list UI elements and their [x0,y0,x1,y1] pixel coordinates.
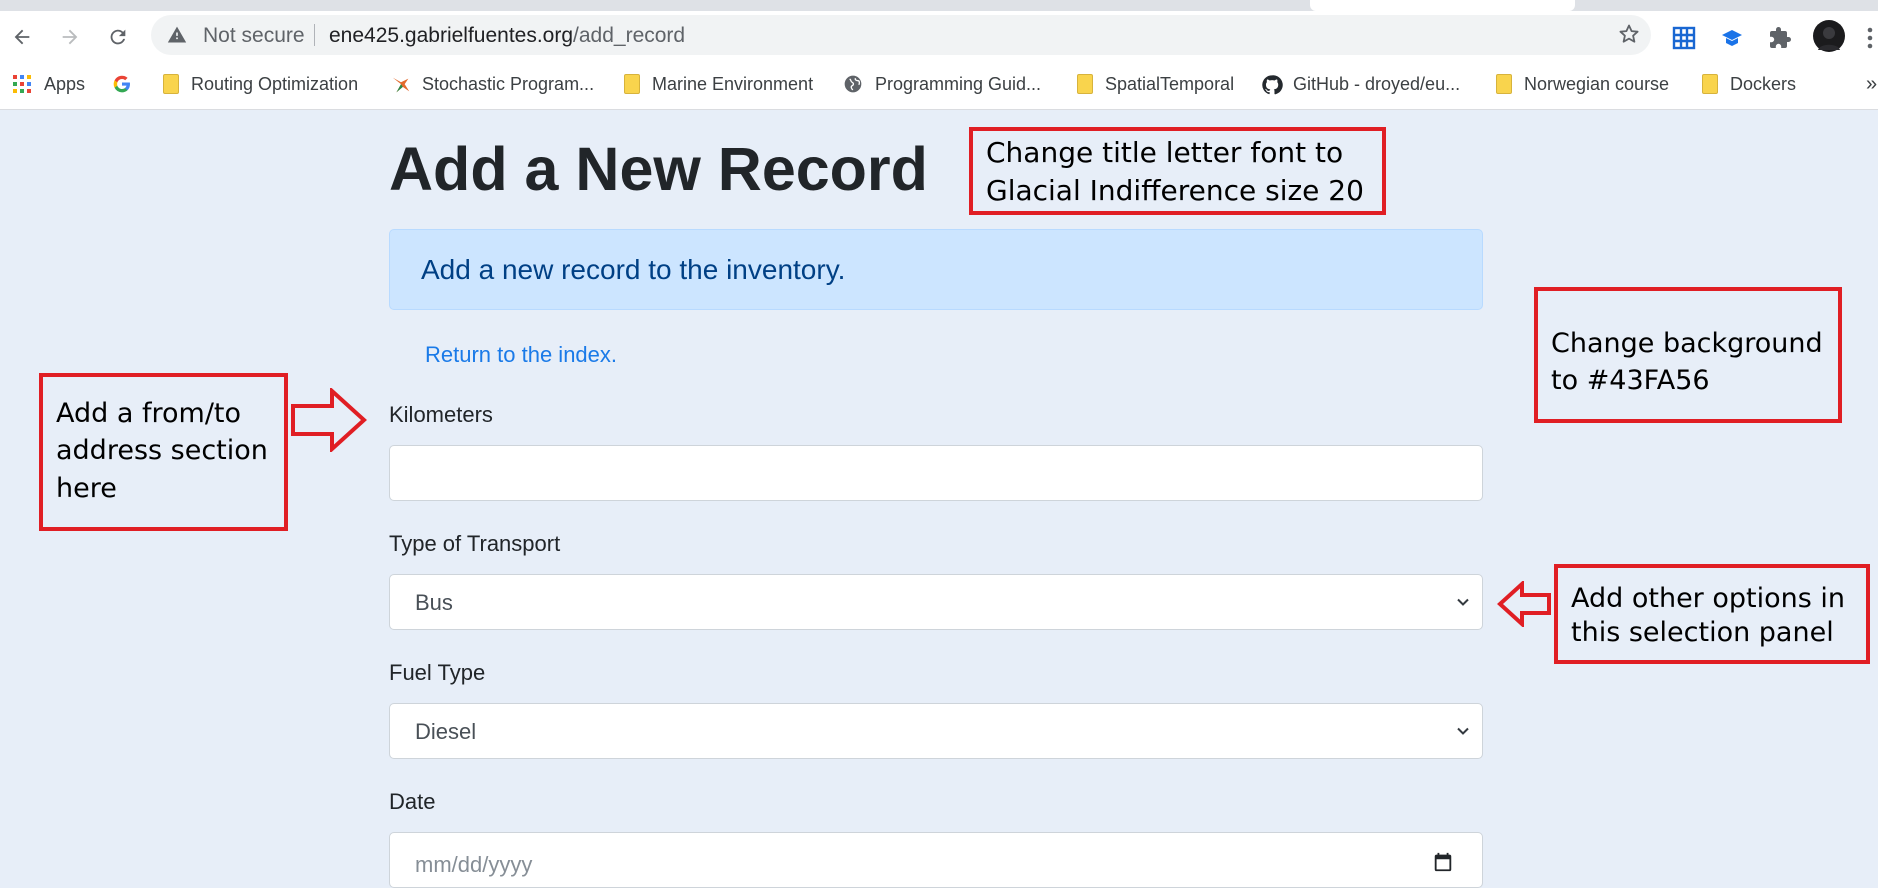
calendar-icon[interactable] [1432,851,1454,878]
transport-type-selected: Bus [415,590,453,615]
globe-icon [843,74,863,94]
right-arrow-icon [291,388,367,452]
transport-type-select[interactable]: Bus [389,574,1483,630]
bookmark-label: Stochastic Program... [422,73,595,94]
profile-avatar[interactable] [1813,20,1845,52]
bookmark-google[interactable] [112,71,144,97]
url-text[interactable]: ene425.gabrielfuentes.org/add_record [329,24,685,48]
bookmark-apps[interactable]: Apps [12,71,85,97]
bookmark-marine-environment[interactable]: Marine Environment [624,71,813,97]
bookmark-label: Routing Optimization [191,73,359,94]
date-input[interactable]: mm/dd/yyyy [389,832,1483,888]
kilometers-input[interactable] [389,445,1483,501]
annotation-address-section: Add a from/to address section here [39,373,288,531]
transport-type-label: Type of Transport [389,531,561,556]
chevron-down-icon [1456,595,1470,614]
apps-grid-icon [12,74,32,94]
bookmark-label: SpatialTemporal [1105,73,1235,94]
bookmark-label: Dockers [1730,73,1797,94]
bookmark-spatialtemporal[interactable]: SpatialTemporal [1077,71,1234,97]
chevron-down-icon [1456,724,1470,743]
fuel-type-label: Fuel Type [389,660,486,685]
folder-icon [624,74,640,94]
puzzle-icon[interactable] [1767,25,1793,51]
bookmark-programming-guide[interactable]: Programming Guid... [843,71,1041,97]
folder-icon [1496,74,1512,94]
folder-icon [1077,74,1093,94]
bookmark-stochastic-programming[interactable]: Stochastic Program... [390,71,594,97]
bookmark-label: Norwegian course [1524,73,1670,94]
bookmark-label: GitHub - droyed/eu... [1293,73,1461,94]
bookmark-label: Programming Guid... [875,73,1042,94]
github-icon [1261,74,1283,95]
bookmark-github[interactable]: GitHub - droyed/eu... [1261,71,1460,97]
date-label: Date [389,789,436,814]
kilometers-label: Kilometers [389,402,493,427]
info-alert: Add a new record to the inventory. [389,229,1483,310]
google-icon [112,74,132,94]
forward-icon[interactable] [56,23,84,51]
bookmark-norwegian-course[interactable]: Norwegian course [1496,71,1669,97]
bookmarks-bar: Apps Routing Optimization Stochastic Pro… [0,59,1878,110]
security-label[interactable]: Not secure [203,24,305,48]
back-icon[interactable] [8,23,36,51]
bookmark-label: Apps [44,73,86,94]
annotation-selection-options: Add other options in this selection pane… [1554,564,1870,664]
bookmark-dockers[interactable]: Dockers [1702,71,1796,97]
annotation-background: Change background to #43FA56 [1534,287,1842,423]
browser-toolbar: Not secure ene425.gabrielfuentes.org/add… [0,11,1878,59]
bookmarks-overflow-chevron-icon[interactable]: » [1866,71,1877,97]
alert-text: Add a new record to the inventory. [421,254,846,285]
reload-icon[interactable] [104,23,132,51]
return-to-index-link[interactable]: Return to the index. [425,342,617,368]
bird-icon [390,74,410,94]
active-tab[interactable] [1310,0,1575,11]
fuel-type-selected: Diesel [415,719,477,744]
folder-icon [163,74,179,94]
bookmark-routing-optimization[interactable]: Routing Optimization [163,71,358,97]
fuel-type-select[interactable]: Diesel [389,703,1483,759]
cap-extension-icon[interactable] [1719,25,1745,51]
url-path: /add_record [573,24,686,47]
left-arrow-icon [1497,581,1551,627]
menu-icon[interactable] [1862,25,1878,51]
annotation-title-font: Change title letter font to Glacial Indi… [969,127,1386,215]
tab-strip [0,0,1878,11]
url-host: ene425.gabrielfuentes.org [329,24,574,47]
bookmark-label: Marine Environment [652,73,814,94]
folder-icon [1702,74,1718,94]
star-icon[interactable] [1617,22,1641,51]
divider [314,24,315,46]
page-title: Add a New Record [389,135,928,203]
warning-icon[interactable] [167,25,187,50]
date-placeholder: mm/dd/yyyy [415,852,533,877]
address-bar[interactable]: Not secure ene425.gabrielfuentes.org/add… [151,15,1651,55]
grid-extension-icon[interactable] [1671,25,1697,51]
